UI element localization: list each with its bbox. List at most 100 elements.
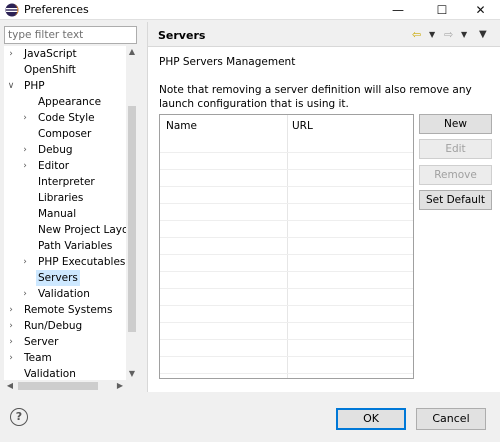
chevron-right-icon[interactable]: › xyxy=(6,46,16,62)
forward-dropdown-icon[interactable]: ▼ xyxy=(461,28,467,42)
scroll-down-icon[interactable]: ▼ xyxy=(126,368,138,380)
table-row xyxy=(160,237,413,238)
tree-item-label: Code Style xyxy=(38,112,95,124)
chevron-right-icon[interactable]: › xyxy=(20,110,30,126)
view-menu-icon[interactable]: ▼ xyxy=(479,28,487,42)
tree-item[interactable]: Libraries xyxy=(4,190,126,206)
scrollbar-corner xyxy=(126,380,138,392)
tree-item-label: PHP xyxy=(24,80,45,92)
tree-item[interactable]: Composer xyxy=(4,126,126,142)
chevron-right-icon[interactable]: › xyxy=(6,334,16,350)
maximize-button[interactable]: ☐ xyxy=(419,0,465,20)
tree-item-label: New Project Layout xyxy=(38,224,126,236)
tree-item-label: Composer xyxy=(38,128,92,140)
scroll-right-icon[interactable]: ▶ xyxy=(114,380,126,392)
title-bar: Preferences — ☐ ✕ xyxy=(0,0,500,20)
tree-item[interactable]: Servers xyxy=(4,270,126,286)
tree-item-label: JavaScript xyxy=(24,48,77,60)
tree-item[interactable]: Manual xyxy=(4,206,126,222)
back-dropdown-icon[interactable]: ▼ xyxy=(429,28,435,42)
back-arrow-icon[interactable]: ⇦ xyxy=(412,28,421,42)
table-row xyxy=(160,339,413,340)
chevron-right-icon[interactable]: › xyxy=(20,158,30,174)
tree-item-label: Interpreter xyxy=(38,176,95,188)
tree-item-label: Libraries xyxy=(38,192,84,204)
table-row xyxy=(160,356,413,357)
table-row xyxy=(160,220,413,221)
chevron-right-icon[interactable]: › xyxy=(6,350,16,366)
minimize-button[interactable]: — xyxy=(375,0,421,20)
scroll-thumb-horizontal[interactable] xyxy=(18,382,98,390)
tree-item[interactable]: Validation xyxy=(4,366,126,380)
tree-item[interactable]: Appearance xyxy=(4,94,126,110)
tree-item-label: Validation xyxy=(38,288,90,300)
chevron-right-icon[interactable]: › xyxy=(20,142,30,158)
tree-item[interactable]: › PHP Executables xyxy=(4,254,126,270)
tree-item[interactable]: › Code Style xyxy=(4,110,126,126)
close-button[interactable]: ✕ xyxy=(461,0,500,20)
set-default-button[interactable]: Set Default xyxy=(419,190,492,210)
tree-item[interactable]: › Team xyxy=(4,350,126,366)
edit-button[interactable]: Edit xyxy=(419,139,492,159)
tree-item[interactable]: › Editor xyxy=(4,158,126,174)
tree-item[interactable]: Path Variables xyxy=(4,238,126,254)
tree-item[interactable]: › Debug xyxy=(4,142,126,158)
chevron-down-icon[interactable]: ∨ xyxy=(6,78,16,94)
tree-item[interactable]: ∨ PHP xyxy=(4,78,126,94)
page-header: Servers ⇦ ▼ ⇨ ▼ ▼ xyxy=(148,22,500,47)
ok-button[interactable]: OK xyxy=(336,408,406,430)
scroll-up-icon[interactable]: ▲ xyxy=(126,46,138,58)
tree-item-label: Appearance xyxy=(38,96,102,108)
tree-horizontal-scrollbar[interactable]: ◀ ▶ xyxy=(4,380,126,392)
column-header-url[interactable]: URL xyxy=(292,119,313,133)
column-header-name[interactable]: Name xyxy=(166,119,197,133)
tree-item[interactable]: › Validation xyxy=(4,286,126,302)
scroll-thumb[interactable] xyxy=(128,106,136,332)
servers-table[interactable]: Name URL xyxy=(159,114,414,379)
new-button[interactable]: New xyxy=(419,114,492,134)
forward-arrow-icon[interactable]: ⇨ xyxy=(444,28,453,42)
tree-vertical-scrollbar[interactable]: ▲ ▼ xyxy=(126,46,138,380)
table-row xyxy=(160,373,413,374)
tree-item[interactable]: › Run/Debug xyxy=(4,318,126,334)
preferences-tree: › JavaScript OpenShift ∨ PHP Appearance › Code … xyxy=(4,46,138,392)
remove-button[interactable]: Remove xyxy=(419,165,492,185)
tree-item-label: PHP Executables xyxy=(38,256,126,268)
filter-input[interactable] xyxy=(4,26,137,44)
window-title: Preferences xyxy=(24,3,89,16)
table-row xyxy=(160,186,413,187)
table-row xyxy=(160,169,413,170)
tree-item-label: Debug xyxy=(38,144,73,156)
tree-item-label: Editor xyxy=(38,160,70,172)
tree-item[interactable]: Interpreter xyxy=(4,174,126,190)
chevron-right-icon[interactable]: › xyxy=(20,286,30,302)
table-row xyxy=(160,254,413,255)
chevron-right-icon[interactable]: › xyxy=(6,318,16,334)
tree-item[interactable]: › JavaScript xyxy=(4,46,126,62)
scroll-left-icon[interactable]: ◀ xyxy=(4,380,16,392)
table-row xyxy=(160,203,413,204)
cancel-button[interactable]: Cancel xyxy=(416,408,486,430)
help-icon[interactable]: ? xyxy=(10,408,28,426)
tree-item-label: OpenShift xyxy=(24,64,76,76)
tree-item[interactable]: OpenShift xyxy=(4,62,126,78)
tree-item[interactable]: New Project Layout xyxy=(4,222,126,238)
tree-item-label: Manual xyxy=(38,208,77,220)
chevron-right-icon[interactable]: › xyxy=(6,302,16,318)
note-text: Note that removing a server definition w… xyxy=(159,84,472,110)
dialog-footer: ? OK Cancel xyxy=(0,392,500,442)
page-title: Servers xyxy=(158,29,206,42)
table-row xyxy=(160,305,413,306)
tree-item-label: Team xyxy=(24,352,52,364)
section-title: PHP Servers Management xyxy=(159,56,296,68)
tree-item-label: Servers xyxy=(36,270,80,286)
table-row xyxy=(160,322,413,323)
eclipse-icon xyxy=(5,3,19,17)
servers-page: Servers ⇦ ▼ ⇨ ▼ ▼ PHP Servers Management… xyxy=(147,22,500,392)
table-row xyxy=(160,152,413,153)
tree-item[interactable]: › Remote Systems xyxy=(4,302,126,318)
table-row xyxy=(160,271,413,272)
chevron-right-icon[interactable]: › xyxy=(20,254,30,270)
tree-item-label: Run/Debug xyxy=(24,320,83,332)
tree-item[interactable]: › Server xyxy=(4,334,126,350)
